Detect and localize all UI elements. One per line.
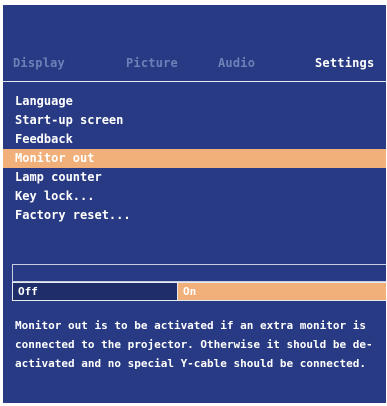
menu-item-feedback[interactable]: Feedback — [3, 130, 386, 149]
menu-item-language[interactable]: Language — [3, 92, 386, 111]
menu-item-lamp-counter[interactable]: Lamp counter — [3, 168, 386, 187]
empty-value-box — [12, 264, 386, 282]
tab-divider — [3, 81, 386, 82]
help-text: Monitor out is to be activated if an ext… — [15, 319, 373, 370]
tab-audio[interactable]: Audio — [218, 56, 255, 70]
tab-bar: Display Picture Audio Settings — [3, 56, 386, 76]
menu-item-start-up-screen[interactable]: Start-up screen — [3, 111, 386, 130]
tab-display[interactable]: Display — [13, 56, 65, 70]
menu-item-monitor-out[interactable]: Monitor out — [3, 149, 386, 168]
monitor-out-options: Off On — [12, 282, 386, 301]
tab-picture[interactable]: Picture — [126, 56, 178, 70]
tab-settings[interactable]: Settings — [315, 56, 374, 70]
projector-osd-menu: Display Picture Audio Settings Language … — [3, 5, 386, 403]
menu-item-key-lock[interactable]: Key lock... — [3, 187, 386, 206]
option-off[interactable]: Off — [13, 283, 178, 300]
option-on[interactable]: On — [178, 283, 386, 300]
menu-item-factory-reset[interactable]: Factory reset... — [3, 206, 386, 225]
settings-menu-list: Language Start-up screen Feedback Monito… — [3, 92, 386, 225]
